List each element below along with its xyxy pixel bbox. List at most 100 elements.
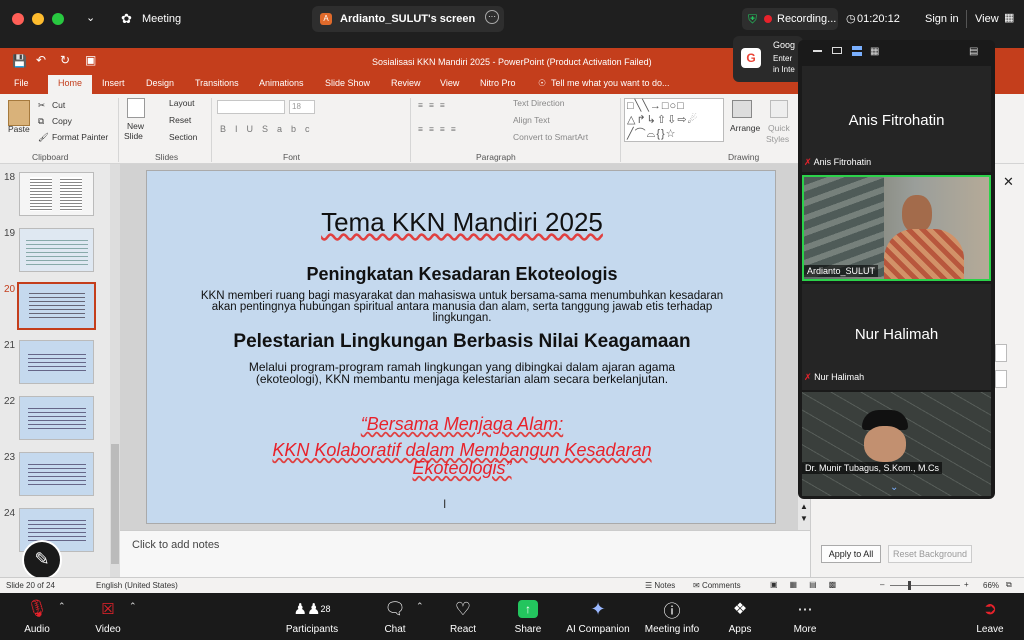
- slide-thumbnail-22[interactable]: [19, 396, 94, 440]
- speaker-view-icon[interactable]: [832, 47, 842, 54]
- font-format-buttons[interactable]: BIUSabc: [220, 124, 319, 134]
- zoom-out-icon[interactable]: –: [880, 580, 884, 589]
- minimize-window-button[interactable]: [32, 13, 44, 25]
- tab-slide-show[interactable]: Slide Show: [325, 78, 370, 88]
- spinner-input[interactable]: [995, 344, 1007, 362]
- share-tab[interactable]: A Ardianto_SULUT's screen ···: [312, 6, 504, 32]
- tell-me-search[interactable]: Tell me what you want to do...: [551, 78, 670, 88]
- maximize-window-button[interactable]: [52, 13, 64, 25]
- more-options-icon[interactable]: ···: [485, 10, 499, 24]
- strip-view-icon[interactable]: [852, 46, 862, 56]
- meeting-label[interactable]: Meeting: [142, 13, 181, 25]
- slide-20[interactable]: Tema KKN Mandiri 2025 Peningkatan Kesada…: [146, 170, 776, 524]
- arrange-button[interactable]: Arrange: [730, 123, 760, 133]
- window-layout-icon[interactable]: ▦: [1004, 11, 1014, 24]
- gallery-view-icon[interactable]: ▦: [870, 46, 879, 57]
- new-slide-icon[interactable]: [127, 98, 145, 118]
- language-status[interactable]: English (United States): [96, 581, 178, 590]
- layout-button[interactable]: Layout: [169, 98, 195, 108]
- tab-animations[interactable]: Animations: [259, 78, 304, 88]
- redo-icon[interactable]: ↻: [60, 53, 70, 67]
- chevron-up-icon[interactable]: ⌃: [58, 601, 66, 612]
- reset-background-button[interactable]: Reset Background: [888, 545, 972, 563]
- paragraph-2[interactable]: Melalui program-program ramah lingkungan…: [217, 361, 707, 385]
- section-button[interactable]: Section: [169, 132, 197, 142]
- zoom-slider-thumb[interactable]: [908, 581, 911, 590]
- slide-title[interactable]: Tema KKN Mandiri 2025: [147, 207, 777, 238]
- tab-view[interactable]: View: [440, 78, 459, 88]
- quick-styles-icon[interactable]: [770, 100, 788, 118]
- chevron-up-icon[interactable]: ⌃: [416, 601, 424, 612]
- font-size-select[interactable]: 18: [289, 100, 315, 114]
- view-buttons[interactable]: ▣▦▤▩: [770, 580, 848, 589]
- slideshow-icon[interactable]: ▣: [85, 53, 96, 67]
- annotate-pen-icon[interactable]: ✎: [22, 540, 62, 580]
- chevron-up-icon[interactable]: ⌃: [129, 601, 137, 612]
- spinner-input[interactable]: [995, 370, 1007, 388]
- slide-thumbnail-20-selected[interactable]: [17, 282, 96, 330]
- heading-nilai-keagamaan[interactable]: Pelestarian Lingkungan Berbasis Nilai Ke…: [147, 331, 777, 353]
- align-icon[interactable]: ≡≡≡≡: [418, 124, 462, 134]
- heading-ekoteologis[interactable]: Peningkatan Kesadaran Ekoteologis: [147, 264, 777, 285]
- more-button[interactable]: ⋯ More: [770, 598, 840, 635]
- zoom-in-icon[interactable]: +: [964, 580, 969, 589]
- slide-thumbnail-21[interactable]: [19, 340, 94, 384]
- comments-toggle[interactable]: ✉ Comments: [693, 581, 741, 590]
- list-icon[interactable]: ≡≡≡: [418, 100, 451, 110]
- chevron-up-icon[interactable]: ▲: [800, 502, 808, 511]
- sign-in-button[interactable]: Sign in: [925, 13, 959, 25]
- font-family-select[interactable]: [217, 100, 285, 114]
- zoom-level[interactable]: 66%: [983, 581, 999, 590]
- align-text-button[interactable]: Align Text: [513, 115, 550, 125]
- shapes-gallery[interactable]: □╲╲→□○□ △↱↳⇧⇩⇨☄ ╱⌒⌓{}☆: [624, 98, 724, 142]
- tab-transitions[interactable]: Transitions: [195, 78, 239, 88]
- recording-indicator[interactable]: ⛨ Recording...: [742, 8, 838, 30]
- scroll-thumb[interactable]: [111, 444, 119, 564]
- participant-tile-3[interactable]: Nur Halimah ✗ Nur Halimah: [802, 284, 991, 390]
- convert-smartart-button[interactable]: Convert to SmartArt: [513, 132, 588, 142]
- fit-slide-icon[interactable]: ⧉: [1006, 580, 1012, 590]
- new-slide-button-line2[interactable]: Slide: [124, 131, 143, 141]
- tab-nitro-pro[interactable]: Nitro Pro: [480, 78, 516, 88]
- close-icon[interactable]: ✕: [1003, 174, 1014, 190]
- participant-tile-1[interactable]: Anis Fitrohatin ✗ Anis Fitrohatin: [802, 66, 991, 172]
- tab-home[interactable]: Home: [48, 75, 92, 94]
- quote-line-1[interactable]: “Bersama Menjaga Alam:: [147, 414, 777, 435]
- slide-thumbnail-19[interactable]: [19, 228, 94, 272]
- format-painter-button[interactable]: Format Painter: [52, 132, 108, 142]
- close-window-button[interactable]: [12, 13, 24, 25]
- chevron-down-icon[interactable]: ⌄: [890, 482, 898, 493]
- quote-line-2[interactable]: KKN Kolaboratif dalam Membangun Kesadara…: [147, 441, 777, 459]
- tab-file[interactable]: File: [14, 78, 29, 88]
- arrange-icon[interactable]: [732, 100, 752, 118]
- zoom-slider[interactable]: [890, 585, 960, 586]
- popout-icon[interactable]: ▤: [969, 46, 978, 57]
- minimize-icon[interactable]: [813, 50, 822, 52]
- quick-styles-button[interactable]: Quick: [768, 123, 790, 133]
- google-toast[interactable]: G Goog Enter in Inte: [733, 36, 803, 82]
- participant-tile-2-active[interactable]: Ardianto_SULUT: [802, 175, 991, 281]
- cut-button[interactable]: Cut: [52, 100, 65, 110]
- tab-review[interactable]: Review: [391, 78, 421, 88]
- undo-icon[interactable]: ↶: [36, 53, 46, 67]
- view-button[interactable]: View: [975, 13, 999, 25]
- apply-to-all-button[interactable]: Apply to All: [821, 545, 881, 563]
- paste-button[interactable]: Paste: [8, 124, 30, 134]
- quick-styles-button-line2[interactable]: Styles: [766, 134, 789, 144]
- chevron-down-icon[interactable]: ▼: [800, 514, 808, 523]
- tab-design[interactable]: Design: [146, 78, 174, 88]
- save-icon[interactable]: 💾: [12, 54, 27, 68]
- slide-thumbnail-18[interactable]: [19, 172, 94, 216]
- copy-button[interactable]: Copy: [52, 116, 72, 126]
- quote-line-3[interactable]: Ekoteologis”: [147, 459, 777, 477]
- new-slide-button[interactable]: New: [127, 121, 144, 131]
- text-direction-button[interactable]: Text Direction: [513, 98, 565, 108]
- paragraph-1[interactable]: KKN memberi ruang bagi masyarakat dan ma…: [192, 290, 732, 324]
- meeting-info-button[interactable]: ⓘ Meeting info: [637, 598, 707, 636]
- apps-button[interactable]: ❖ Apps: [705, 598, 775, 635]
- notes-pane[interactable]: Click to add notes: [120, 530, 810, 577]
- leave-button[interactable]: ➲ Leave: [955, 598, 1024, 635]
- tab-insert[interactable]: Insert: [102, 78, 125, 88]
- thumbs-scrollbar[interactable]: [110, 164, 120, 577]
- slide-thumbnail-23[interactable]: [19, 452, 94, 496]
